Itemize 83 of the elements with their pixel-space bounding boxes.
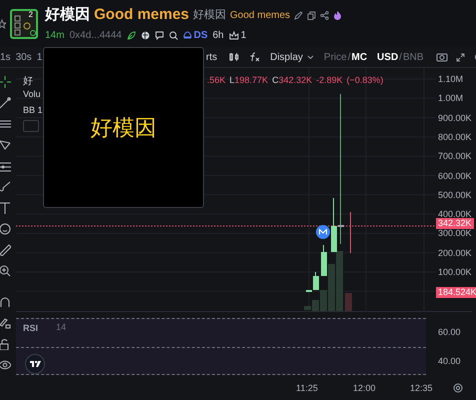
crosshair-icon[interactable] — [0, 76, 11, 88]
ohlc-value: .56K — [207, 74, 226, 87]
price-tick: 300.00K — [438, 229, 472, 238]
m-marker-icon — [319, 229, 327, 235]
alt-title: 好模因 — [193, 8, 226, 23]
eye-icon[interactable] — [0, 359, 11, 371]
volume-label: Volu — [23, 88, 41, 101]
change-percent: (−0.83%) — [346, 74, 384, 87]
camera-icon[interactable] — [436, 52, 448, 62]
toggle-option[interactable]: MC — [351, 50, 368, 64]
interval-button[interactable]: 1 — [36, 50, 42, 64]
time-tick: 11:25 — [296, 384, 318, 393]
lock-drawing-icon[interactable] — [0, 317, 11, 329]
ds-label[interactable]: DS — [194, 28, 208, 44]
token-name: Good memes — [94, 4, 190, 25]
candle — [321, 244, 327, 276]
indicators-icon[interactable] — [229, 52, 240, 62]
text-icon[interactable] — [0, 202, 11, 214]
price-tick: 800.00K — [438, 132, 472, 142]
token-address[interactable]: 0x4d...4444 — [69, 28, 122, 44]
rsi-period: 14 — [56, 321, 66, 334]
smiley-icon[interactable] — [0, 223, 11, 235]
charts-label[interactable]: rts — [206, 50, 218, 64]
price-tick: 1.00M — [438, 94, 464, 104]
symbol-label: 好 — [23, 75, 33, 89]
parallel-lines-icon[interactable] — [0, 118, 11, 130]
token-age: 14m — [45, 29, 64, 44]
interval-button[interactable]: 1s — [0, 50, 11, 64]
ruler-icon[interactable] — [0, 244, 11, 256]
time-tick: 12:35 — [410, 384, 433, 393]
crown-icon — [228, 31, 239, 40]
price-tick: 600.00K — [438, 172, 472, 180]
expand-icon[interactable] — [456, 52, 465, 62]
ds-time: 6h — [212, 29, 224, 44]
alt-name: Good memes — [230, 8, 290, 22]
fib-lines-icon[interactable] — [0, 160, 11, 172]
rsi-tick: 40.00 — [438, 357, 461, 366]
function-icon[interactable] — [249, 52, 260, 62]
toggle-option[interactable]: USD — [377, 50, 398, 64]
change-value: -2.89K — [316, 74, 343, 87]
line-tool-icon[interactable] — [0, 97, 11, 109]
rsi-tick: 60.00 — [438, 328, 461, 337]
price-tick: 900.00K — [438, 114, 472, 123]
popup-title: 好模因 — [90, 114, 156, 142]
toggle-option[interactable]: BNB — [402, 50, 424, 64]
tradingview-logo[interactable] — [25, 354, 45, 374]
ohlc-value: L198.77K — [230, 74, 268, 87]
logo-mark-icon — [30, 361, 40, 367]
copy-icon[interactable] — [307, 10, 316, 20]
time-tick: 12:00 — [353, 384, 376, 393]
price-tick: 400.00K — [438, 210, 472, 220]
toggle-separator: / — [399, 50, 402, 64]
lock-icon[interactable] — [0, 338, 11, 350]
logo-count-label: 2 — [28, 10, 33, 18]
price-tick: 200.00K — [438, 248, 472, 258]
price-tick: 100.00K — [438, 268, 472, 277]
ohlc-value: C342.32K — [272, 74, 312, 87]
magnet-icon[interactable] — [0, 296, 11, 308]
price-tick: 700.00K — [438, 152, 472, 162]
interval-button[interactable]: 30s — [16, 50, 32, 64]
rsi-label: RSI — [23, 322, 38, 335]
share-icon[interactable] — [320, 10, 330, 20]
caret-icon — [306, 54, 314, 60]
holders-count: 1 — [240, 29, 246, 44]
toggle-separator: / — [348, 50, 350, 64]
hat-icon — [182, 31, 192, 40]
pattern-icon[interactable] — [0, 139, 11, 151]
search-icon[interactable] — [168, 31, 178, 40]
chat-icon[interactable] — [154, 31, 164, 40]
token-title: 好模因 — [45, 4, 90, 25]
current-price-badge: 342.32K — [436, 218, 474, 229]
price-tick: 500.00K — [438, 190, 472, 200]
toggle-option[interactable]: Price — [324, 50, 347, 64]
leaf-icon[interactable] — [126, 31, 136, 40]
brush-icon[interactable] — [0, 181, 11, 193]
globe-icon[interactable] — [140, 31, 150, 40]
zoom-in-icon[interactable] — [0, 265, 11, 277]
indicator-label: BB 1 — [23, 104, 43, 117]
volume-bar — [345, 293, 352, 311]
pencil-icon[interactable] — [294, 10, 304, 20]
price-tick: 1.10M — [438, 75, 464, 84]
display-dropdown[interactable]: Display — [270, 50, 314, 64]
flame-icon[interactable] — [333, 10, 342, 20]
